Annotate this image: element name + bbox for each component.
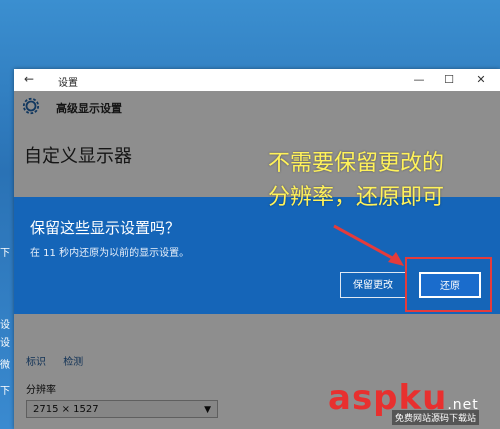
edge-char: 下	[0, 386, 10, 397]
edge-char: 设	[0, 338, 10, 349]
dialog-countdown-text: 在 11 秒内还原为以前的显示设置。	[30, 248, 190, 259]
title-bar: ← 设置 — ☐ ✕	[14, 69, 500, 91]
minimize-button[interactable]: —	[404, 71, 434, 89]
dialog-question: 保留这些显示设置吗？	[30, 219, 181, 237]
keep-changes-button[interactable]: 保留更改	[340, 272, 406, 298]
revert-highlight-box	[405, 257, 492, 312]
edge-char: 设	[0, 320, 10, 331]
annotation-line: 分辨率，还原即可	[268, 185, 445, 210]
watermark-subtitle: 免费网站源码下载站	[392, 410, 480, 425]
edge-char: 下	[0, 248, 10, 259]
annotation-arrow-icon	[333, 224, 404, 266]
annotation-line: 不需要保留更改的	[268, 151, 445, 176]
back-arrow-icon[interactable]: ←	[24, 72, 34, 86]
edge-char: 微	[0, 360, 10, 371]
close-button[interactable]: ✕	[466, 71, 496, 89]
window-title: 设置	[58, 78, 78, 89]
maximize-button[interactable]: ☐	[434, 71, 464, 89]
annotation-text: 不需要保留更改的 分辨率，还原即可	[268, 147, 500, 215]
